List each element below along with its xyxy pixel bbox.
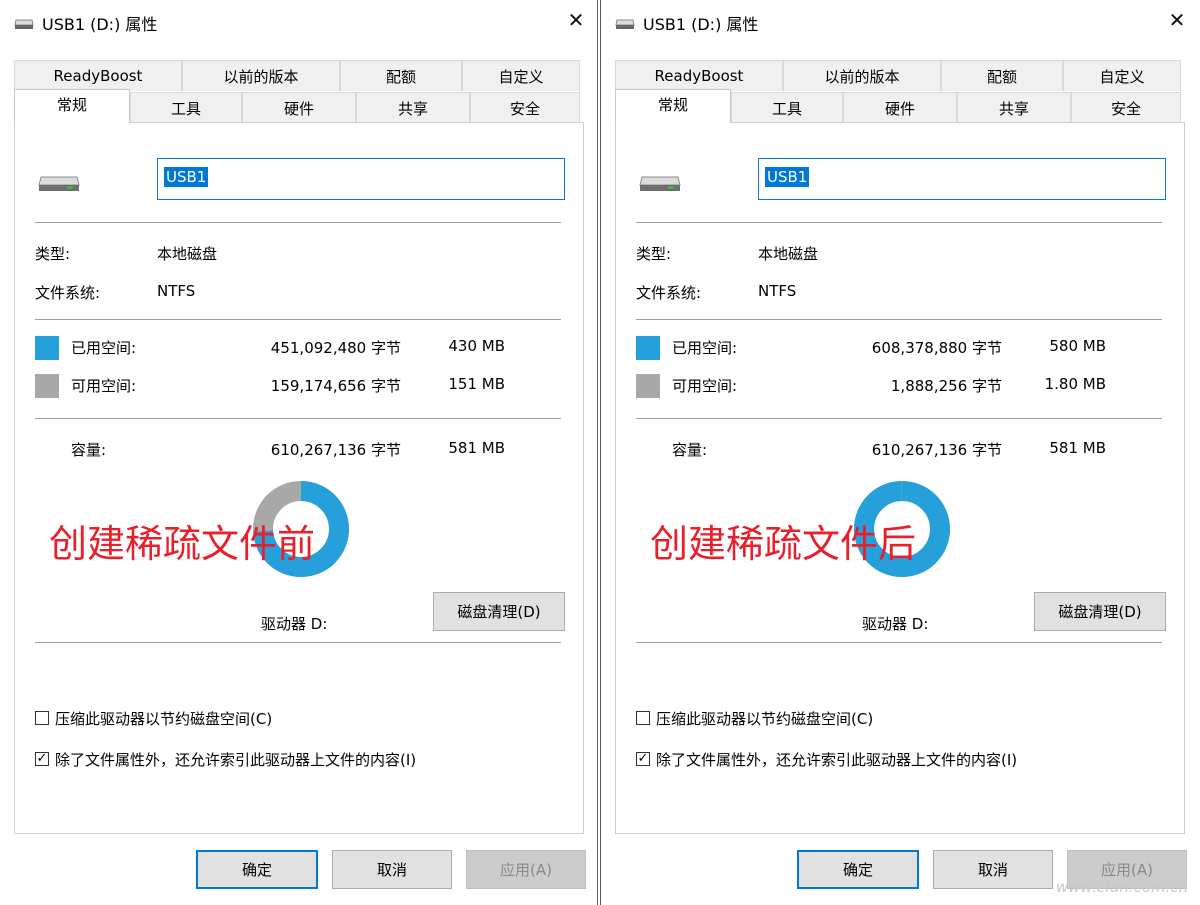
annotation-text: 创建稀疏文件前 xyxy=(49,522,316,566)
window-title: USB1 (D:) 属性 xyxy=(42,15,158,34)
free-space-swatch xyxy=(636,374,660,398)
close-icon[interactable]: ✕ xyxy=(564,8,588,32)
used-space-label: 已用空间: xyxy=(71,339,137,357)
drive-caption: 驱动器 D: xyxy=(261,615,328,633)
tab-security[interactable]: 安全 xyxy=(470,92,580,123)
compress-checkbox[interactable] xyxy=(35,711,49,725)
tab-readyboost[interactable]: ReadyBoost xyxy=(615,60,783,91)
type-label: 类型: xyxy=(636,245,672,263)
used-space-bytes: 451,092,480 字节 xyxy=(270,339,401,357)
divider xyxy=(636,319,1162,320)
tab-readyboost[interactable]: ReadyBoost xyxy=(14,60,182,91)
index-checkbox[interactable]: ✓ xyxy=(636,752,650,766)
capacity-label: 容量: xyxy=(672,441,708,459)
general-tab-panel: USB1 类型: 本地磁盘文件系统: NTFS 已用空间: 608,378,880 字节 5… xyxy=(615,122,1185,834)
used-space-swatch xyxy=(636,336,660,360)
type-label: 类型: xyxy=(35,245,71,263)
properties-dialog-before: USB1 (D:) 属性 ✕ ReadyBoost 以前的版本 配额 自定义常规 工具 硬件共… xyxy=(0,0,598,905)
drive-icon xyxy=(14,15,34,29)
capacity-bytes: 610,267,136 字节 xyxy=(871,441,1002,459)
drive-icon xyxy=(638,173,682,193)
tab-general[interactable]: 常规 xyxy=(14,89,130,123)
properties-dialog-after: USB1 (D:) 属性 ✕ ReadyBoost 以前的版本 配额 自定义常规 工具 硬件共… xyxy=(600,0,1198,905)
tab-sharing[interactable]: 共享 xyxy=(957,92,1071,123)
capacity-size: 581 MB xyxy=(448,439,505,457)
used-space-label: 已用空间: xyxy=(672,339,738,357)
free-space-bytes: 1,888,256 字节 xyxy=(890,377,1002,395)
compress-checkbox-label[interactable]: 压缩此驱动器以节约磁盘空间(C) xyxy=(55,708,272,729)
free-space-size: 1.80 MB xyxy=(1044,375,1106,393)
tab-quota[interactable]: 配额 xyxy=(340,60,462,91)
watermark: www.cfan.com.cn xyxy=(1056,878,1189,896)
type-value: 本地磁盘 xyxy=(157,245,218,263)
divider xyxy=(35,642,561,643)
capacity-size: 581 MB xyxy=(1049,439,1106,457)
cancel-button[interactable]: 取消 xyxy=(933,850,1053,889)
filesystem-label: 文件系统: xyxy=(636,284,702,302)
filesystem-label: 文件系统: xyxy=(35,284,101,302)
free-space-size: 151 MB xyxy=(448,375,505,393)
free-space-bytes: 159,174,656 字节 xyxy=(270,377,401,395)
compress-checkbox-label[interactable]: 压缩此驱动器以节约磁盘空间(C) xyxy=(656,708,873,729)
close-icon[interactable]: ✕ xyxy=(1165,8,1189,32)
divider xyxy=(35,222,561,223)
general-tab-panel: USB1 类型: 本地磁盘文件系统: NTFS 已用空间: 451,092,480 字节 4… xyxy=(14,122,584,834)
drive-name-value: USB1 xyxy=(164,167,209,187)
annotation-text: 创建稀疏文件后 xyxy=(650,522,917,566)
drive-caption: 驱动器 D: xyxy=(862,615,929,633)
ok-button[interactable]: 确定 xyxy=(797,850,919,889)
index-checkbox-label[interactable]: 除了文件属性外，还允许索引此驱动器上文件的内容(I) xyxy=(55,749,416,770)
compress-checkbox[interactable] xyxy=(636,711,650,725)
free-space-label: 可用空间: xyxy=(71,377,137,395)
used-space-size: 430 MB xyxy=(448,337,505,355)
divider xyxy=(35,319,561,320)
filesystem-value: NTFS xyxy=(157,282,196,300)
disk-cleanup-button[interactable]: 磁盘清理(D) xyxy=(433,592,565,631)
drive-name-value: USB1 xyxy=(765,167,810,187)
tab-hardware[interactable]: 硬件 xyxy=(843,92,957,123)
window-title: USB1 (D:) 属性 xyxy=(643,15,759,34)
tab-hardware[interactable]: 硬件 xyxy=(242,92,356,123)
cancel-button[interactable]: 取消 xyxy=(332,850,452,889)
divider xyxy=(636,642,1162,643)
drive-name-input[interactable]: USB1 xyxy=(157,158,565,200)
drive-name-input[interactable]: USB1 xyxy=(758,158,1166,200)
divider xyxy=(35,418,561,419)
divider xyxy=(636,418,1162,419)
tab-general[interactable]: 常规 xyxy=(615,89,731,123)
used-space-bytes: 608,378,880 字节 xyxy=(871,339,1002,357)
type-value: 本地磁盘 xyxy=(758,245,819,263)
filesystem-value: NTFS xyxy=(758,282,797,300)
drive-icon xyxy=(615,15,635,29)
index-checkbox[interactable]: ✓ xyxy=(35,752,49,766)
tab-security[interactable]: 安全 xyxy=(1071,92,1181,123)
used-space-size: 580 MB xyxy=(1049,337,1106,355)
ok-button[interactable]: 确定 xyxy=(196,850,318,889)
capacity-bytes: 610,267,136 字节 xyxy=(270,441,401,459)
free-space-label: 可用空间: xyxy=(672,377,738,395)
apply-button[interactable]: 应用(A) xyxy=(466,850,586,889)
disk-cleanup-button[interactable]: 磁盘清理(D) xyxy=(1034,592,1166,631)
tab-customize[interactable]: 自定义 xyxy=(462,60,580,91)
tab-sharing[interactable]: 共享 xyxy=(356,92,470,123)
tab-tools[interactable]: 工具 xyxy=(130,92,242,123)
tab-customize[interactable]: 自定义 xyxy=(1063,60,1181,91)
free-space-swatch xyxy=(35,374,59,398)
tab-previous-versions[interactable]: 以前的版本 xyxy=(783,60,941,91)
used-space-swatch xyxy=(35,336,59,360)
tab-quota[interactable]: 配额 xyxy=(941,60,1063,91)
capacity-label: 容量: xyxy=(71,441,107,459)
tab-tools[interactable]: 工具 xyxy=(731,92,843,123)
divider xyxy=(636,222,1162,223)
index-checkbox-label[interactable]: 除了文件属性外，还允许索引此驱动器上文件的内容(I) xyxy=(656,749,1017,770)
drive-icon xyxy=(37,173,81,193)
tab-previous-versions[interactable]: 以前的版本 xyxy=(182,60,340,91)
